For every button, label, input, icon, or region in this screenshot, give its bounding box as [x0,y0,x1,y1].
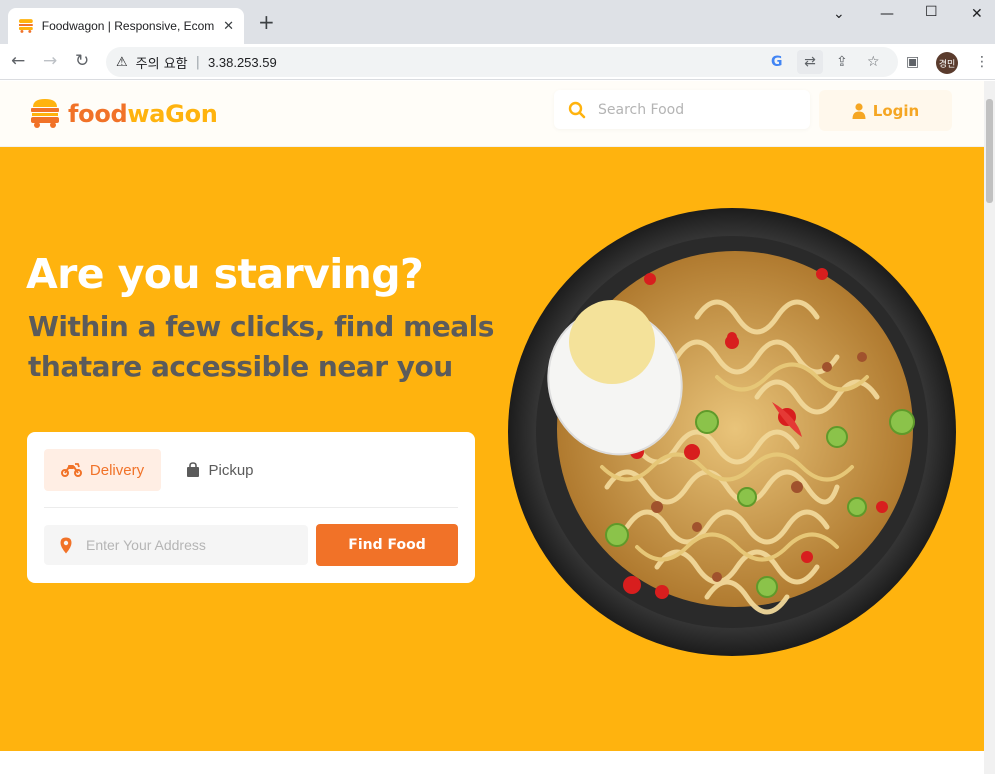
page-scrollbar[interactable] [984,81,995,774]
login-button[interactable]: Login [819,90,952,131]
order-search-card: Delivery Pickup Find Food [27,432,475,583]
food-truck-logo-icon [31,99,59,128]
scrollbar-thumb[interactable] [986,99,993,203]
profile-avatar[interactable]: 경민 [936,52,958,74]
tab-title: Foodwagon | Responsive, Ecomm [41,19,216,33]
site-logo[interactable]: foodwaGon [30,98,218,129]
url-text[interactable]: 3.38.253.59 [208,55,277,70]
delivery-tab[interactable]: Delivery [44,449,161,491]
browser-menu-icon[interactable]: ⋮ [975,53,989,71]
omnibox-divider: | [195,54,201,70]
search-icon [568,101,586,118]
hero-headline: Are you starving? [26,250,424,298]
security-label[interactable]: 주의 요함 [136,53,188,72]
browser-tab[interactable]: Foodwagon | Responsive, Ecomm ✕ [8,8,244,44]
search-food-input[interactable] [598,101,798,118]
google-icon[interactable]: G [771,53,783,71]
new-tab-button[interactable]: + [258,12,275,32]
side-panel-icon[interactable]: ▣ [906,53,919,71]
shopping-bag-icon [187,462,200,477]
bookmark-star-icon[interactable]: ☆ [867,53,880,71]
address-input[interactable] [86,537,296,553]
login-label: Login [872,101,920,120]
site-header: foodwaGon Login [0,81,984,147]
logo-text-food: food [68,99,128,128]
maximize-window-icon[interactable]: ☐ [925,4,938,20]
user-icon [852,102,866,119]
logo-text-wagon: waGon [127,99,218,128]
motorbike-icon [60,463,82,477]
hero-subheadline: Within a few clicks, find meals thatare … [28,310,494,383]
food-search-box[interactable] [554,90,810,129]
browser-tabstrip: Foodwagon | Responsive, Ecomm ✕ + ⌄ — ☐ … [0,0,995,44]
pickup-tab-label: Pickup [208,461,254,479]
minimize-window-icon[interactable]: — [880,6,894,22]
forward-icon[interactable]: → [43,52,57,70]
back-icon[interactable]: ← [11,52,25,70]
web-page: foodwaGon Login Are you starving? Within… [0,81,995,774]
location-pin-icon [60,537,72,553]
reload-icon[interactable]: ↻ [75,52,89,70]
card-divider [44,507,458,508]
tab-close-icon[interactable]: ✕ [223,19,234,34]
warning-icon[interactable]: ⚠ [116,55,128,70]
noodle-bowl-image [508,208,956,656]
share-icon[interactable]: ⇪ [836,53,848,71]
address-field[interactable] [44,525,308,565]
delivery-tab-label: Delivery [89,461,145,479]
pickup-tab[interactable]: Pickup [175,449,265,491]
translate-icon[interactable]: ⇄ [797,50,823,74]
tab-search-chevron-icon[interactable]: ⌄ [833,6,845,22]
foodwagon-favicon-icon [18,19,33,33]
close-window-icon[interactable]: ✕ [971,6,983,22]
hero-section: Are you starving? Within a few clicks, f… [0,147,984,751]
find-food-button[interactable]: Find Food [316,524,458,566]
browser-toolbar: ← → ↻ ⚠ 주의 요함 | 3.38.253.59 G ⇄ ⇪ ☆ ▣ 경민… [0,44,995,80]
